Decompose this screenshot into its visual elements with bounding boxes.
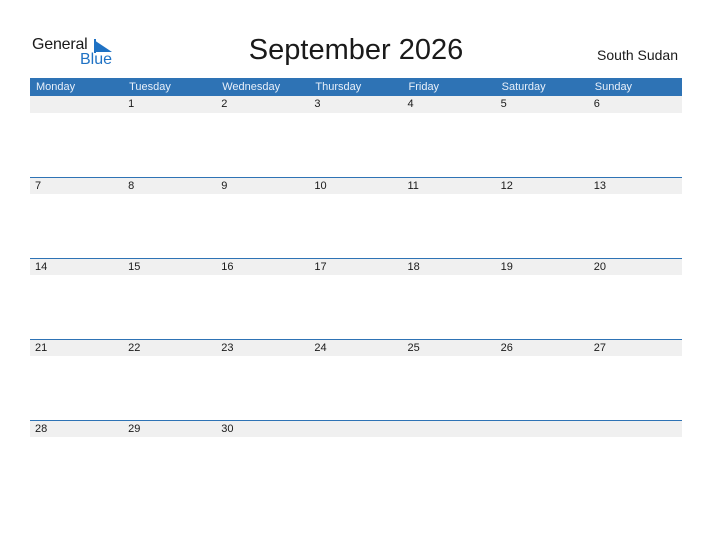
day-cell: 20	[593, 261, 606, 273]
weekday-friday: Friday	[408, 81, 440, 93]
day-cell	[30, 96, 123, 113]
weekday-tuesday: Tuesday	[129, 81, 171, 93]
weekday-header: Monday Tuesday Wednesday Thursday Friday…	[30, 78, 682, 96]
country-label: South Sudan	[597, 47, 678, 63]
day-cell: 13	[593, 180, 606, 192]
day-cell: 5	[500, 98, 507, 110]
day-cell: 11	[407, 180, 419, 192]
day-cell: 2	[221, 98, 228, 110]
day-cell: 26	[500, 342, 513, 354]
week-row-1: 1 2 3 4 5 6	[30, 96, 682, 177]
day-cell: 14	[35, 261, 48, 273]
day-cell: 23	[221, 342, 234, 354]
day-cell: 15	[128, 261, 141, 273]
day-cell: 27	[593, 342, 606, 354]
day-cell	[496, 421, 589, 437]
day-cell: 28	[35, 423, 48, 435]
day-cell: 4	[407, 98, 414, 110]
day-cell: 25	[407, 342, 420, 354]
day-cell: 24	[314, 342, 327, 354]
day-cell: 18	[407, 261, 420, 273]
weekday-sunday: Sunday	[594, 81, 633, 93]
week-row-5: 28 29 30	[30, 420, 682, 501]
day-cell: 16	[221, 261, 234, 273]
weekday-saturday: Saturday	[501, 81, 546, 93]
day-cell: 6	[593, 98, 600, 110]
day-cell: 10	[314, 180, 327, 192]
weekday-thursday: Thursday	[315, 81, 362, 93]
week-row-2: 7 8 9 10 11 12 13	[30, 177, 682, 258]
weekday-wednesday: Wednesday	[222, 81, 281, 93]
day-cell: 9	[221, 180, 228, 192]
day-cell: 12	[500, 180, 513, 192]
weekday-monday: Monday	[36, 81, 76, 93]
day-cell	[309, 421, 402, 437]
day-cell: 29	[128, 423, 141, 435]
week-row-4: 21 22 23 24 25 26 27	[30, 339, 682, 420]
day-cell: 30	[221, 423, 234, 435]
day-cell: 19	[500, 261, 513, 273]
day-cell	[403, 421, 496, 437]
day-cell: 3	[314, 98, 321, 110]
day-cell: 1	[128, 98, 135, 110]
day-cell: 7	[35, 180, 42, 192]
day-cell: 8	[128, 180, 135, 192]
day-cell: 22	[128, 342, 141, 354]
day-cell	[589, 421, 682, 437]
day-cell: 17	[314, 261, 327, 273]
day-cell: 21	[35, 342, 48, 354]
week-row-3: 14 15 16 17 18 19 20	[30, 258, 682, 339]
